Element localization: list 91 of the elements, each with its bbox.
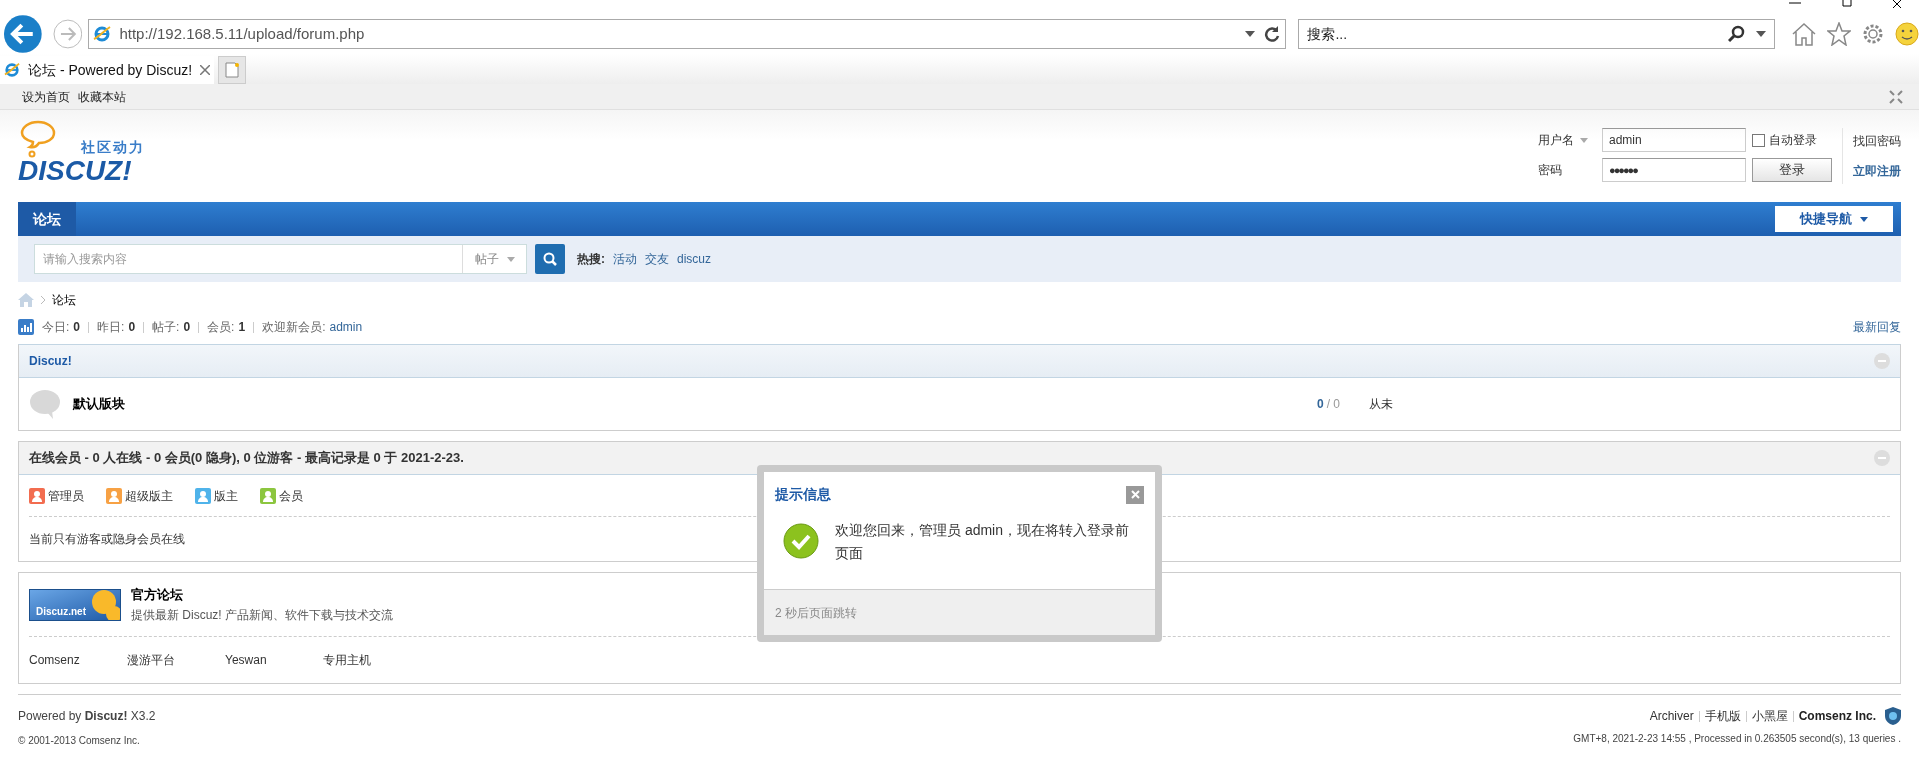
- footer-link[interactable]: Comsenz Inc.: [1798, 707, 1876, 725]
- restore-icon[interactable]: [1841, 0, 1853, 8]
- stat-value: 0: [183, 319, 191, 336]
- chevron-icon: [40, 295, 46, 305]
- hot-search-label: 热搜:: [577, 251, 605, 268]
- stat-value: 0: [73, 319, 81, 336]
- legend-label: 超级版主: [125, 487, 173, 505]
- search-icon: [542, 251, 558, 267]
- caret-icon: [1580, 137, 1588, 143]
- copyright: © 2001-2013 Comsenz Inc.: [18, 734, 141, 748]
- dialog-message: 欢迎您回来，管理员 admin，现在将转入登录前页面: [835, 521, 1131, 563]
- username-field[interactable]: admin: [1602, 128, 1746, 152]
- thread-count: 0: [1317, 396, 1324, 413]
- auto-login-label[interactable]: 自动登录: [1769, 131, 1817, 149]
- address-text: http://192.168.5.11/upload/forum.php: [119, 23, 366, 44]
- stat-label: 昨日:: [97, 319, 125, 336]
- dropdown-icon[interactable]: [1756, 31, 1766, 37]
- password-label: 密码: [1537, 162, 1563, 179]
- login-button[interactable]: 登录: [1752, 158, 1832, 182]
- friend-link[interactable]: Comsenz: [29, 651, 127, 669]
- redirect-countdown: 2 秒后页面跳转: [775, 604, 857, 622]
- shield-icon[interactable]: [1885, 707, 1901, 725]
- nav-tab[interactable]: 论坛: [18, 202, 76, 236]
- footer-link[interactable]: 手机版: [1704, 707, 1741, 725]
- discuz-net-logo[interactable]: Discuz.net: [29, 588, 121, 621]
- caret-icon: [1860, 216, 1868, 222]
- caret-icon: [506, 256, 515, 262]
- stat-value: 0: [128, 319, 136, 336]
- close-icon: [1130, 490, 1140, 499]
- browser-logo-icon: [93, 25, 112, 43]
- link-title[interactable]: 官方论坛: [131, 584, 393, 605]
- star-icon[interactable]: [1827, 22, 1851, 46]
- home-icon[interactable]: [1791, 22, 1817, 46]
- settings-icon[interactable]: [1861, 22, 1885, 46]
- breadcrumb-link[interactable]: 论坛: [52, 291, 76, 309]
- close-button[interactable]: [1126, 485, 1144, 504]
- search-placeholder: 请输入搜索内容: [42, 251, 128, 268]
- new-member-link[interactable]: admin: [329, 318, 363, 336]
- category-title[interactable]: Discuz!: [29, 352, 72, 370]
- login-link[interactable]: 找回密码: [1853, 132, 1901, 150]
- new-tab-icon: [225, 62, 240, 78]
- forum-name[interactable]: 默认版块: [73, 394, 1313, 414]
- powered-by: Powered by Discuz! X3.2: [18, 708, 156, 725]
- friend-link[interactable]: 专用主机: [323, 651, 421, 669]
- legend-label: 会员: [279, 487, 303, 505]
- quick-nav-button[interactable]: 快捷导航: [1775, 206, 1893, 232]
- forum-search-field[interactable]: 请输入搜索内容 帖子: [34, 244, 527, 274]
- stat-value: 1: [238, 319, 246, 336]
- post-count: / 0: [1326, 396, 1342, 413]
- collapse-icon[interactable]: [1889, 89, 1903, 104]
- hot-search-link[interactable]: 交友: [645, 250, 669, 268]
- stat-label: 会员:: [207, 319, 235, 336]
- speech-bubble-icon: [29, 388, 61, 420]
- footer-stats: GMT+8, 2021-2-23 14:55 , Processed in 0.263505 second(s), 13 queries .: [1573, 732, 1901, 746]
- password-field[interactable]: ●●●●●●: [1602, 158, 1746, 182]
- favorites-link[interactable]: 设为首页: [22, 87, 70, 106]
- search-field[interactable]: 搜索...: [1298, 19, 1775, 49]
- auto-login-checkbox[interactable]: [1752, 133, 1765, 147]
- link-description: 提供最新 Discuz! 产品新闻、软件下载与技术交流: [131, 607, 393, 625]
- online-note: 当前只有游客或隐身会员在线: [29, 531, 185, 548]
- success-icon: [783, 523, 819, 559]
- friend-link[interactable]: 漫游平台: [127, 651, 225, 669]
- search-type-select[interactable]: 帖子: [462, 245, 526, 273]
- smiley-icon[interactable]: [1895, 22, 1919, 46]
- latest-replies-link[interactable]: 最新回复: [1853, 318, 1901, 336]
- discuz-logo[interactable]: 社区动力 DISCUZ!: [18, 120, 158, 192]
- legend-label: 版主: [214, 487, 238, 505]
- footer-link[interactable]: 小黑屋: [1751, 707, 1788, 725]
- search-icon[interactable]: [1728, 25, 1746, 43]
- dialog-title: 提示信息: [775, 485, 831, 504]
- refresh-icon[interactable]: [1263, 25, 1282, 43]
- browser-logo-icon: [4, 62, 20, 78]
- friend-link[interactable]: Yeswan: [225, 651, 323, 669]
- stat-label: 帖子:: [152, 319, 180, 336]
- favorites-link[interactable]: 收藏本站: [78, 87, 126, 106]
- welcome-label: 欢迎新会员:: [262, 319, 326, 336]
- online-title: 在线会员 - 0 人在线 - 0 会员(0 隐身), 0 位游客 - 最高记录是 0 于 2021-2-23.: [29, 449, 464, 468]
- stat-label: 今日:: [42, 319, 70, 336]
- legend-label: 管理员: [48, 487, 84, 505]
- footer-link[interactable]: Archiver: [1649, 707, 1694, 725]
- tab-title: 论坛 - Powered by Discuz!: [28, 60, 193, 80]
- search-placeholder: 搜索...: [1307, 24, 1349, 44]
- dropdown-icon[interactable]: [1245, 31, 1256, 37]
- last-post: 从未: [1368, 396, 1393, 413]
- username-label[interactable]: 用户名: [1532, 131, 1602, 149]
- address-bar[interactable]: http://192.168.5.11/upload/forum.php: [88, 19, 1287, 49]
- hot-search-link[interactable]: discuz: [677, 250, 711, 268]
- hot-search-link[interactable]: 活动: [613, 250, 637, 268]
- stats-icon: [18, 319, 34, 335]
- login-link[interactable]: 立即注册: [1853, 162, 1901, 180]
- search-button[interactable]: [535, 244, 565, 274]
